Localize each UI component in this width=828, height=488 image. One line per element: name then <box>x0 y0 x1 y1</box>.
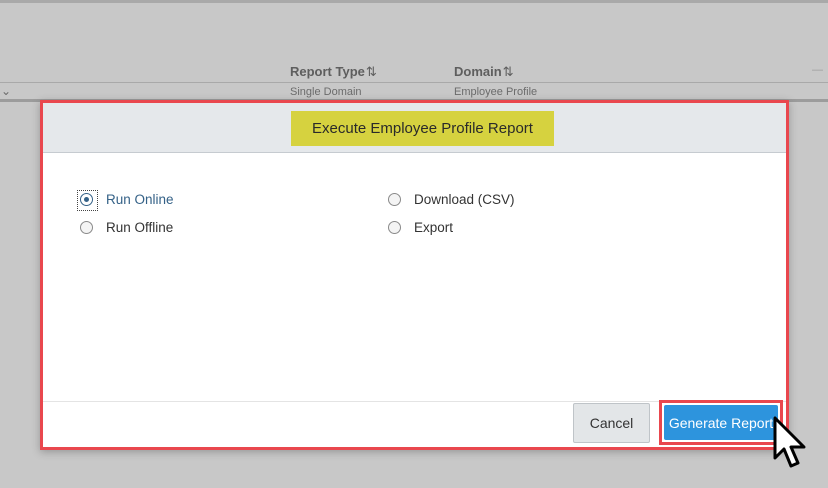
focus-outline <box>77 190 98 211</box>
radio-download-csv[interactable]: Download (CSV) <box>388 192 515 207</box>
radio-unselected-icon <box>388 221 401 234</box>
generate-report-button[interactable]: Generate Report <box>664 405 778 440</box>
radio-label-export: Export <box>414 220 454 235</box>
radio-label-run-online: Run Online <box>106 192 174 207</box>
column-header-label: Report Type <box>290 64 365 79</box>
radio-label-download-csv: Download (CSV) <box>414 192 515 207</box>
execute-report-dialog: Execute Employee Profile Report Run Onli… <box>40 100 789 450</box>
dialog-title: Execute Employee Profile Report <box>312 120 533 137</box>
cell-report-type: Single Domain <box>290 86 362 98</box>
radio-export[interactable]: Export <box>388 220 453 235</box>
radio-unselected-icon <box>388 193 401 206</box>
page-top-divider <box>0 0 828 3</box>
column-header-report-type[interactable]: Report Type⇅ <box>290 64 377 80</box>
column-header-label: Domain <box>454 64 502 79</box>
sort-icon[interactable]: ⇅ <box>503 64 514 79</box>
sort-icon[interactable]: ⇅ <box>366 64 377 79</box>
dialog-header: Execute Employee Profile Report <box>43 103 786 153</box>
mouse-pointer-icon <box>773 416 806 468</box>
radio-run-online[interactable]: Run Online <box>77 190 174 211</box>
cell-domain: Employee Profile <box>454 86 538 98</box>
radio-run-offline[interactable]: Run Offline <box>80 220 173 235</box>
radio-selected-icon <box>77 190 98 211</box>
radio-unselected-icon <box>80 221 93 234</box>
title-highlight: Execute Employee Profile Report <box>291 111 554 146</box>
column-header-domain[interactable]: Domain⇅ <box>454 64 514 80</box>
cancel-button[interactable]: Cancel <box>573 403 650 443</box>
radio-label-run-offline: Run Offline <box>106 220 174 235</box>
truncated-column-header: — <box>812 64 823 76</box>
chevron-down-icon[interactable]: ⌄ <box>1 84 11 98</box>
table-header-divider <box>0 82 828 83</box>
